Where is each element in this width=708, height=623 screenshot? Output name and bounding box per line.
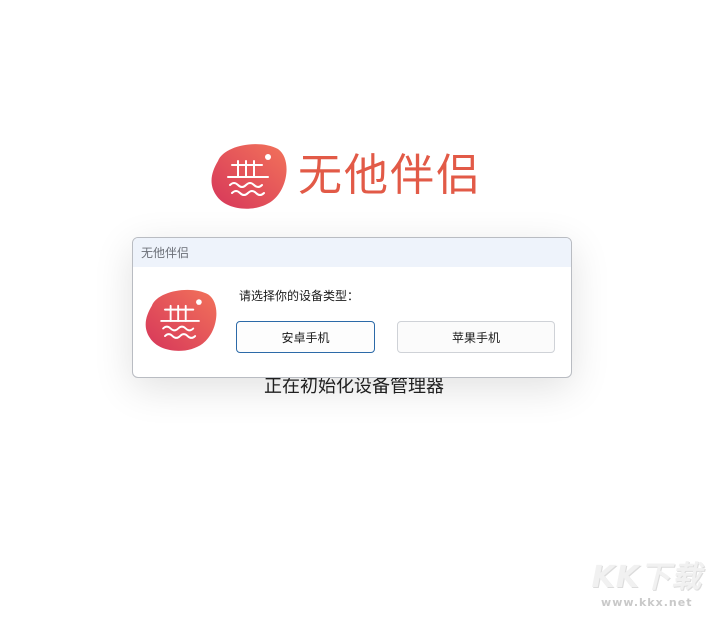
device-type-dialog: 无他伴侣 请选择你的设备类型： 安卓手机 苹果手机 xyxy=(132,237,572,378)
iphone-button[interactable]: 苹果手机 xyxy=(397,321,555,353)
watermark-logo: KK下载 xyxy=(591,560,702,595)
brand-name: 无他伴侣 xyxy=(298,150,482,201)
wuta-logo-icon xyxy=(211,144,287,209)
watermark-url: www.kkx.net xyxy=(601,596,693,609)
dialog-prompt: 请选择你的设备类型： xyxy=(239,289,360,303)
brand-logo: 无他伴侣 xyxy=(210,140,482,212)
wuta-logo-icon xyxy=(145,289,217,351)
dialog-titlebar[interactable]: 无他伴侣 xyxy=(133,238,571,267)
app-background: 无他伴侣 正在初始化设备管理器 无他伴侣 请选择你的设备类型： 安卓手机 苹果手… xyxy=(0,0,708,623)
dialog-body: 请选择你的设备类型： 安卓手机 苹果手机 xyxy=(133,267,571,377)
android-phone-button[interactable]: 安卓手机 xyxy=(236,321,375,353)
dialog-title: 无他伴侣 xyxy=(141,246,190,260)
watermark: KK下载 www.kkx.net xyxy=(592,552,703,609)
